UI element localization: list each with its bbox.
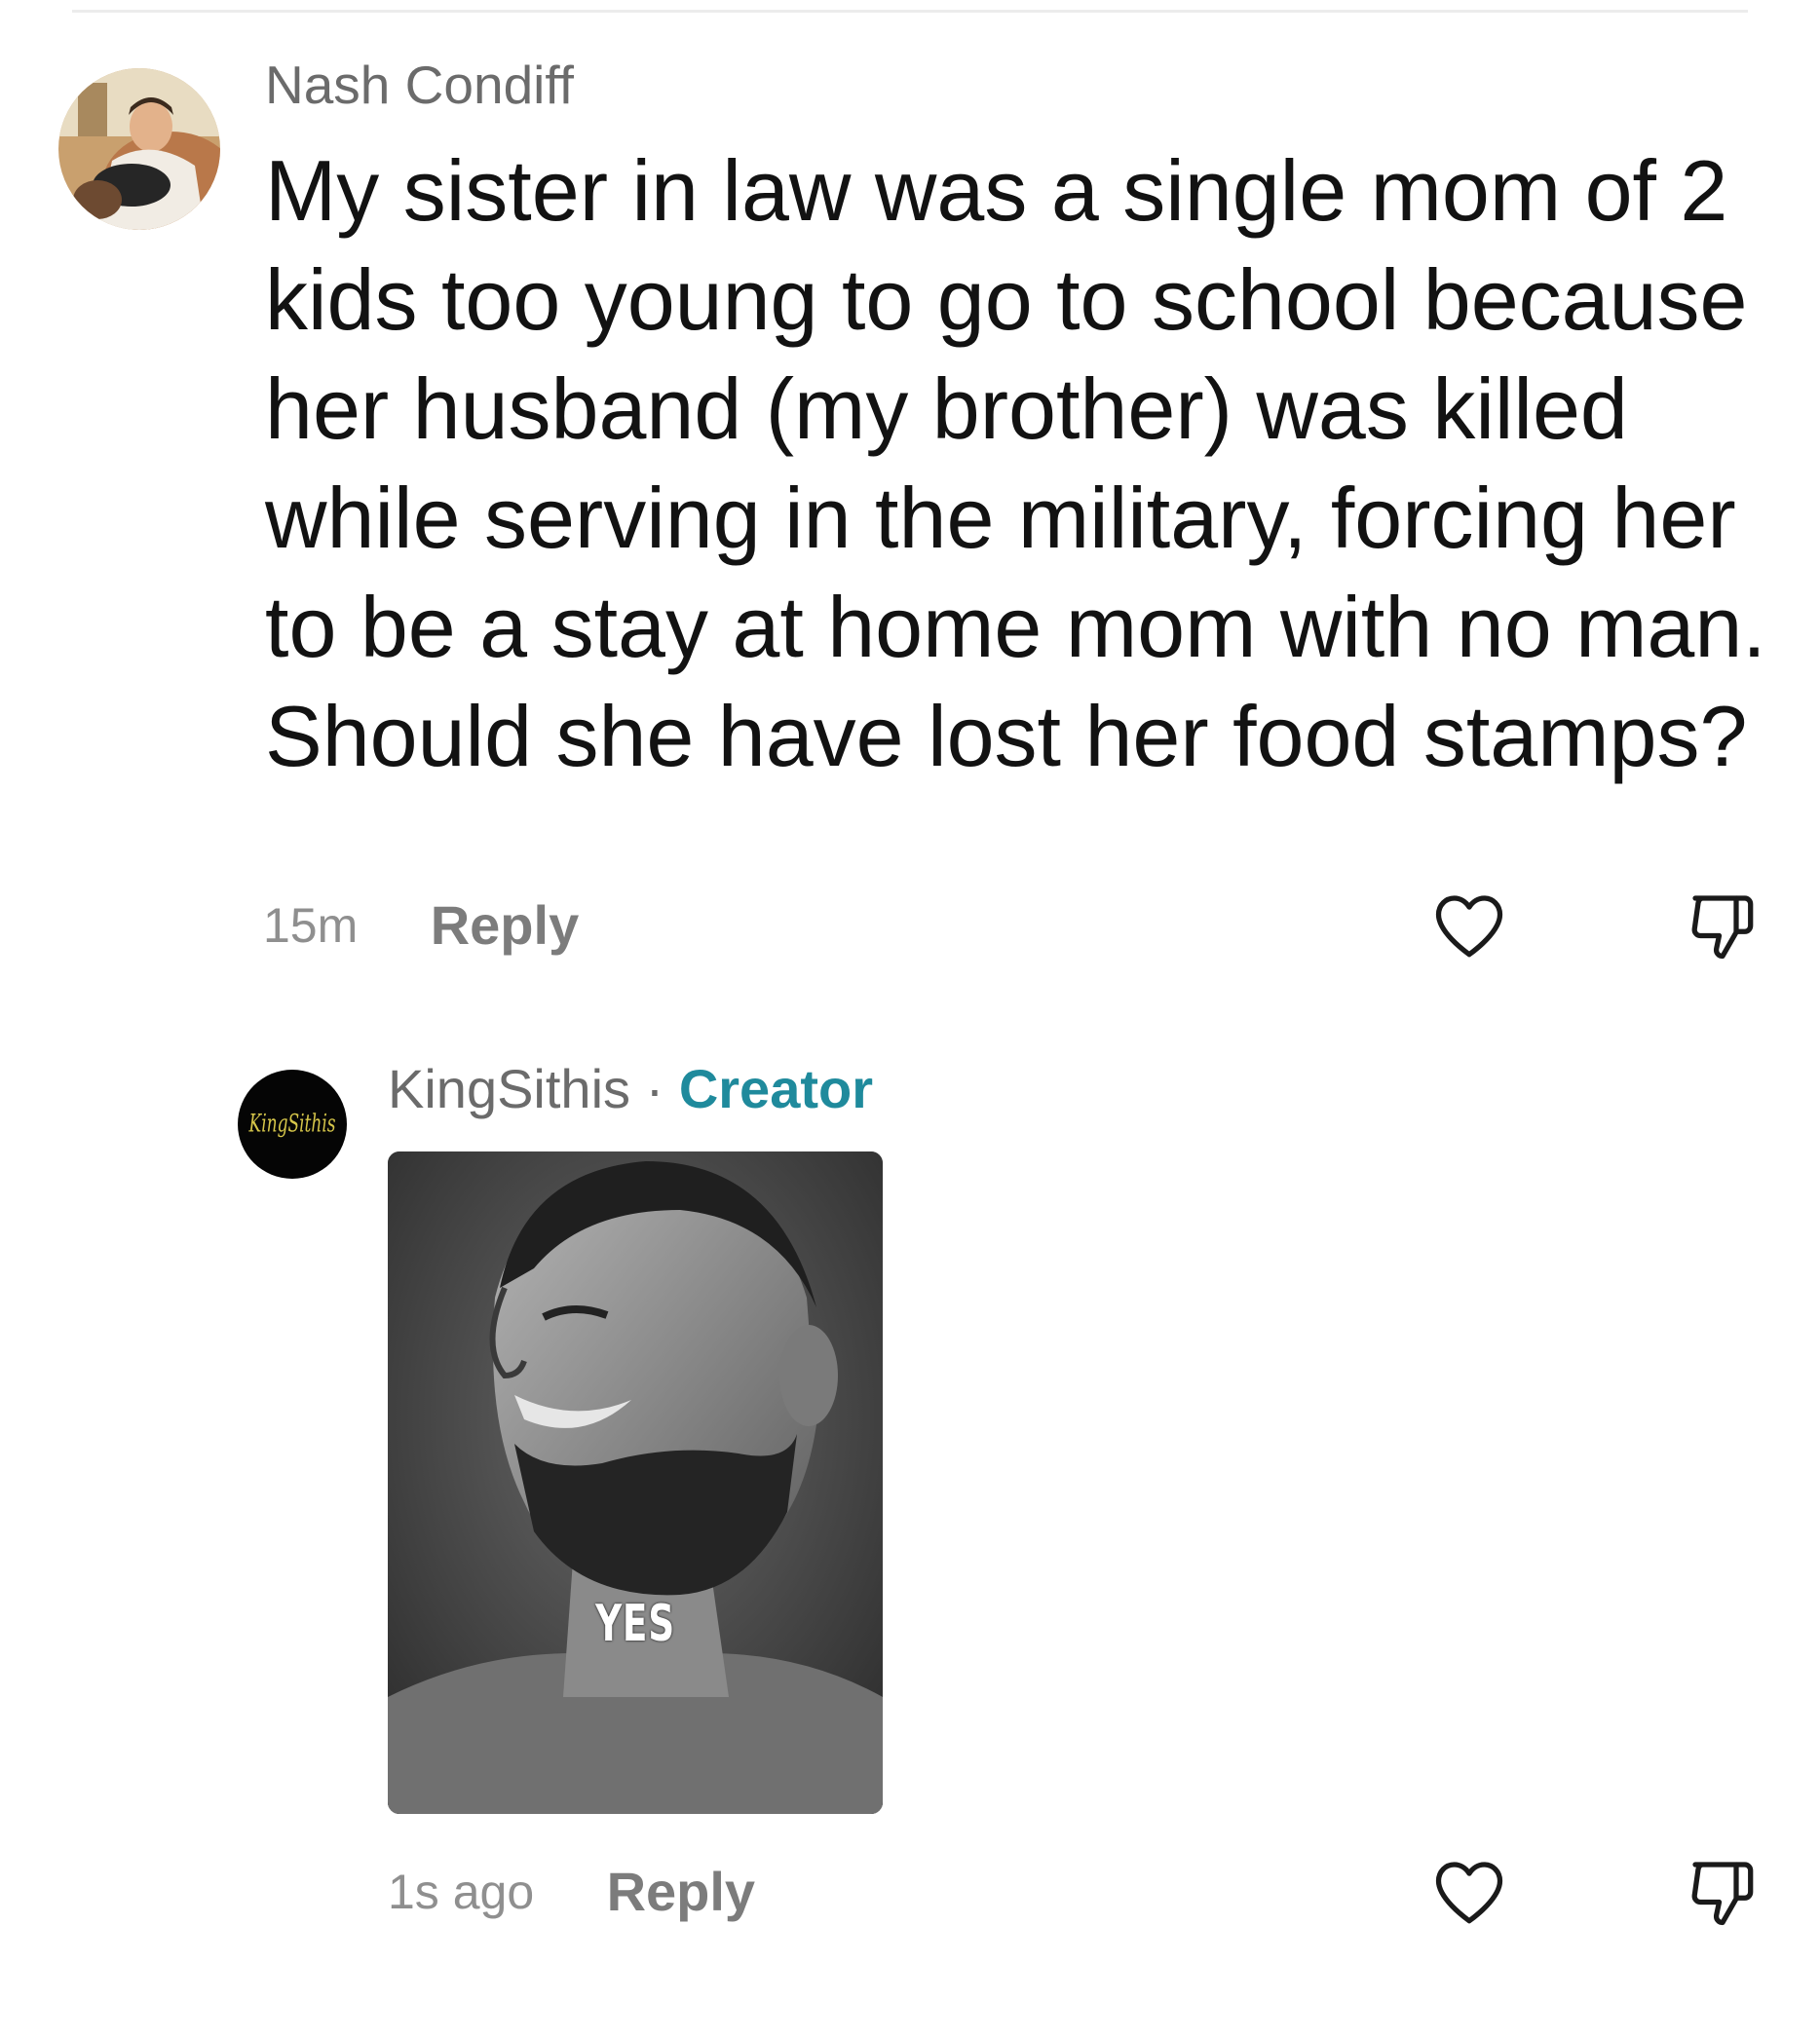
creator-badge: Creator xyxy=(678,1058,873,1119)
reply-timestamp: 1s ago xyxy=(388,1865,535,1919)
avatar[interactable] xyxy=(58,68,220,230)
comment-meta: 15m Reply xyxy=(263,891,579,960)
heart-outline-icon xyxy=(1435,1862,1503,1924)
comment-text: My sister in law was a single mom of 2 k… xyxy=(265,142,1766,784)
author-name: KingSithis xyxy=(388,1058,631,1119)
reply-image[interactable]: YES xyxy=(388,1151,883,1814)
like-button[interactable] xyxy=(1428,1851,1510,1933)
dislike-button[interactable] xyxy=(1682,1851,1763,1933)
reply-button[interactable]: Reply xyxy=(431,891,580,960)
separator: · xyxy=(645,1058,664,1119)
thumbs-down-outline-icon xyxy=(1691,1862,1754,1926)
top-divider xyxy=(72,10,1748,13)
comment-timestamp: 15m xyxy=(263,898,359,953)
image-caption: YES xyxy=(595,1595,675,1653)
dislike-button[interactable] xyxy=(1682,885,1763,966)
avatar[interactable]: KingSithis xyxy=(238,1070,347,1179)
avatar-logo-text: KingSithis xyxy=(248,1110,336,1139)
reply-meta: 1s ago Reply xyxy=(388,1858,755,1926)
reply-author[interactable]: KingSithis · Creator xyxy=(388,1054,873,1124)
like-button[interactable] xyxy=(1428,885,1510,966)
reply-button[interactable]: Reply xyxy=(607,1858,756,1926)
comment-author[interactable]: Nash Condiff xyxy=(265,51,574,119)
thumbs-down-outline-icon xyxy=(1691,895,1754,960)
heart-outline-icon xyxy=(1435,895,1503,958)
